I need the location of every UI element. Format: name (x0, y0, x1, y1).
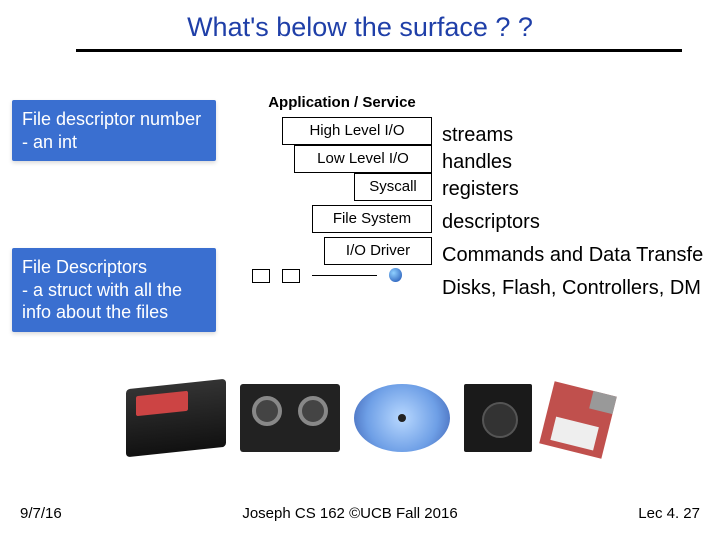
callout-line: info about the files (22, 301, 206, 324)
stack-header: Application / Service (252, 94, 432, 111)
hardware-illustrations (126, 384, 610, 452)
hw-chip-icon (282, 269, 300, 283)
layer-labels: streams handles registers descriptors Co… (442, 122, 703, 302)
hw-bus-line (312, 275, 377, 276)
label-commands: Commands and Data Transfe (442, 242, 703, 269)
layer-low-level-io: Low Level I/O (294, 145, 432, 173)
hw-chip-icon (252, 269, 270, 283)
label-descriptors: descriptors (442, 209, 703, 236)
ssd-icon (126, 379, 226, 458)
hdd-platter-icon (354, 384, 450, 452)
floppy-5-icon (464, 384, 532, 452)
label-handles: handles (442, 149, 703, 176)
floppy-3-icon (539, 381, 617, 459)
layer-file-system: File System (312, 205, 432, 233)
label-disks: Disks, Flash, Controllers, DM (442, 275, 703, 302)
title-underline (76, 49, 682, 52)
footer-center: Joseph CS 162 ©UCB Fall 2016 (242, 505, 457, 522)
layer-stack: Application / Service High Level I/O Low… (252, 94, 432, 283)
callout-fd-number: File descriptor number - an int (12, 100, 216, 161)
footer-date: 9/7/16 (20, 505, 62, 522)
layer-high-level-io: High Level I/O (282, 117, 432, 145)
slide-title: What's below the surface ? ? (0, 0, 720, 49)
hardware-row (252, 269, 432, 283)
label-registers: registers (442, 176, 703, 203)
layer-syscall: Syscall (354, 173, 432, 201)
hw-network-ball-icon (389, 268, 402, 282)
slide-footer: 9/7/16 Joseph CS 162 ©UCB Fall 2016 Lec … (0, 505, 720, 522)
callout-line: - an int (22, 131, 206, 154)
footer-page: Lec 4. 27 (638, 505, 700, 522)
label-streams: streams (442, 122, 703, 149)
callout-line: File Descriptors (22, 256, 206, 279)
callout-line: File descriptor number (22, 108, 206, 131)
callout-fd-struct: File Descriptors - a struct with all the… (12, 248, 216, 332)
tape-icon (240, 384, 340, 452)
callout-line: - a struct with all the (22, 279, 206, 302)
layer-io-driver: I/O Driver (324, 237, 432, 265)
